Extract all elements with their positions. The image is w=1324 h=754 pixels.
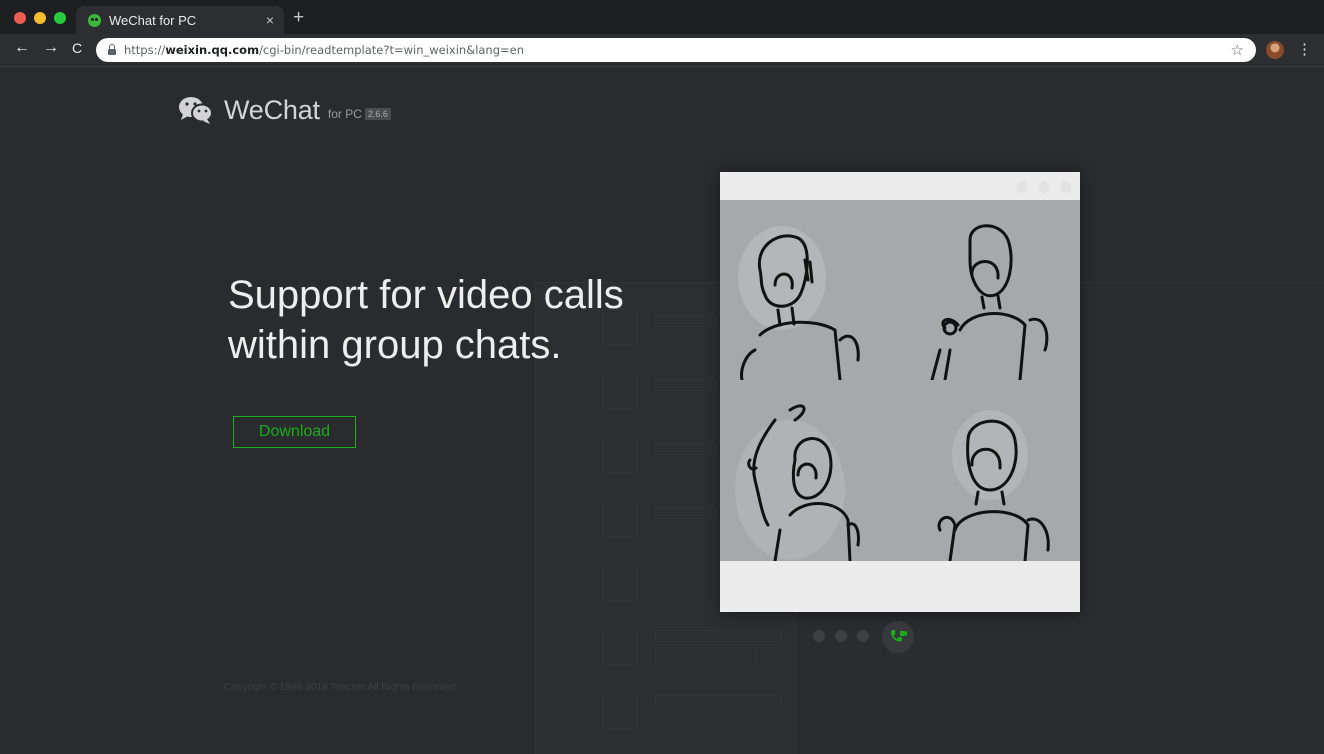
close-window-button[interactable]: [14, 12, 26, 24]
profile-avatar[interactable]: [1266, 41, 1284, 59]
back-button[interactable]: ←: [14, 39, 30, 57]
video-call-icon: [891, 630, 907, 642]
bg-list-item: [602, 501, 638, 537]
forward-button[interactable]: →: [43, 39, 59, 57]
browser-titlebar: WeChat for PC × +: [0, 0, 1324, 34]
tab-title: WeChat for PC: [109, 12, 197, 28]
download-button[interactable]: Download: [233, 416, 356, 448]
logo-name: WeChat: [224, 95, 320, 125]
video-call-illustration: [720, 172, 1080, 612]
copyright-text: Copyright © 1998-2018 Tencent All Rights…: [224, 682, 456, 693]
browser-toolbar: ← → C https://weixin.qq.com/cgi-bin/read…: [0, 34, 1324, 67]
new-tab-button[interactable]: +: [293, 7, 304, 29]
version-badge: 2.6.6: [364, 108, 391, 120]
url-text: https://weixin.qq.com/cgi-bin/readtempla…: [124, 43, 524, 57]
bg-list-item: [655, 630, 782, 642]
lock-icon: [108, 43, 116, 55]
wechat-logo[interactable]: WeChat for PC 2.6.6: [178, 95, 391, 125]
page-headline: Support for video calls within group cha…: [228, 273, 624, 367]
video-call-button[interactable]: [882, 621, 914, 653]
bg-list-item: [655, 443, 717, 455]
video-tile: [720, 200, 900, 380]
bg-list-item: [602, 565, 638, 601]
video-tile: [900, 380, 1080, 561]
bg-list-item: [602, 629, 638, 665]
video-tile: [900, 200, 1080, 380]
wechat-logo-icon: [179, 97, 213, 124]
browser-tab[interactable]: WeChat for PC ×: [76, 6, 284, 34]
bg-list-item: [655, 695, 782, 707]
video-tile: [720, 380, 900, 561]
url-path: /cgi-bin/readtemplate?t=win_weixin&lang=…: [259, 43, 525, 57]
page-content: WeChat for PC 2.6.6 Support for video ca…: [0, 67, 1324, 754]
pager-dot: [835, 630, 847, 642]
address-bar[interactable]: https://weixin.qq.com/cgi-bin/readtempla…: [96, 38, 1256, 62]
tab-close-button[interactable]: ×: [266, 12, 274, 28]
pager-dot: [813, 630, 825, 642]
bg-list-item: [602, 437, 638, 473]
bg-list-item: [655, 650, 757, 662]
pager-dot: [857, 630, 869, 642]
video-grid: [720, 200, 1080, 561]
url-scheme: https://: [124, 43, 166, 57]
bg-list-item: [655, 379, 717, 391]
reload-button[interactable]: C: [72, 40, 82, 56]
maximize-window-button[interactable]: [54, 12, 66, 24]
bg-list-item: [655, 507, 717, 519]
window-dot: [1016, 181, 1028, 193]
wechat-favicon-icon: [88, 13, 101, 27]
browser-menu-button[interactable]: ⋮: [1297, 40, 1312, 58]
window-dot: [1038, 181, 1050, 193]
bookmark-star-icon[interactable]: ☆: [1231, 41, 1244, 59]
bg-list-item: [602, 373, 638, 409]
minimize-window-button[interactable]: [34, 12, 46, 24]
bg-list-item: [602, 693, 638, 729]
logo-for-pc: for PC: [327, 107, 362, 121]
window-dot: [1060, 181, 1072, 193]
url-host: weixin.qq.com: [165, 43, 260, 57]
